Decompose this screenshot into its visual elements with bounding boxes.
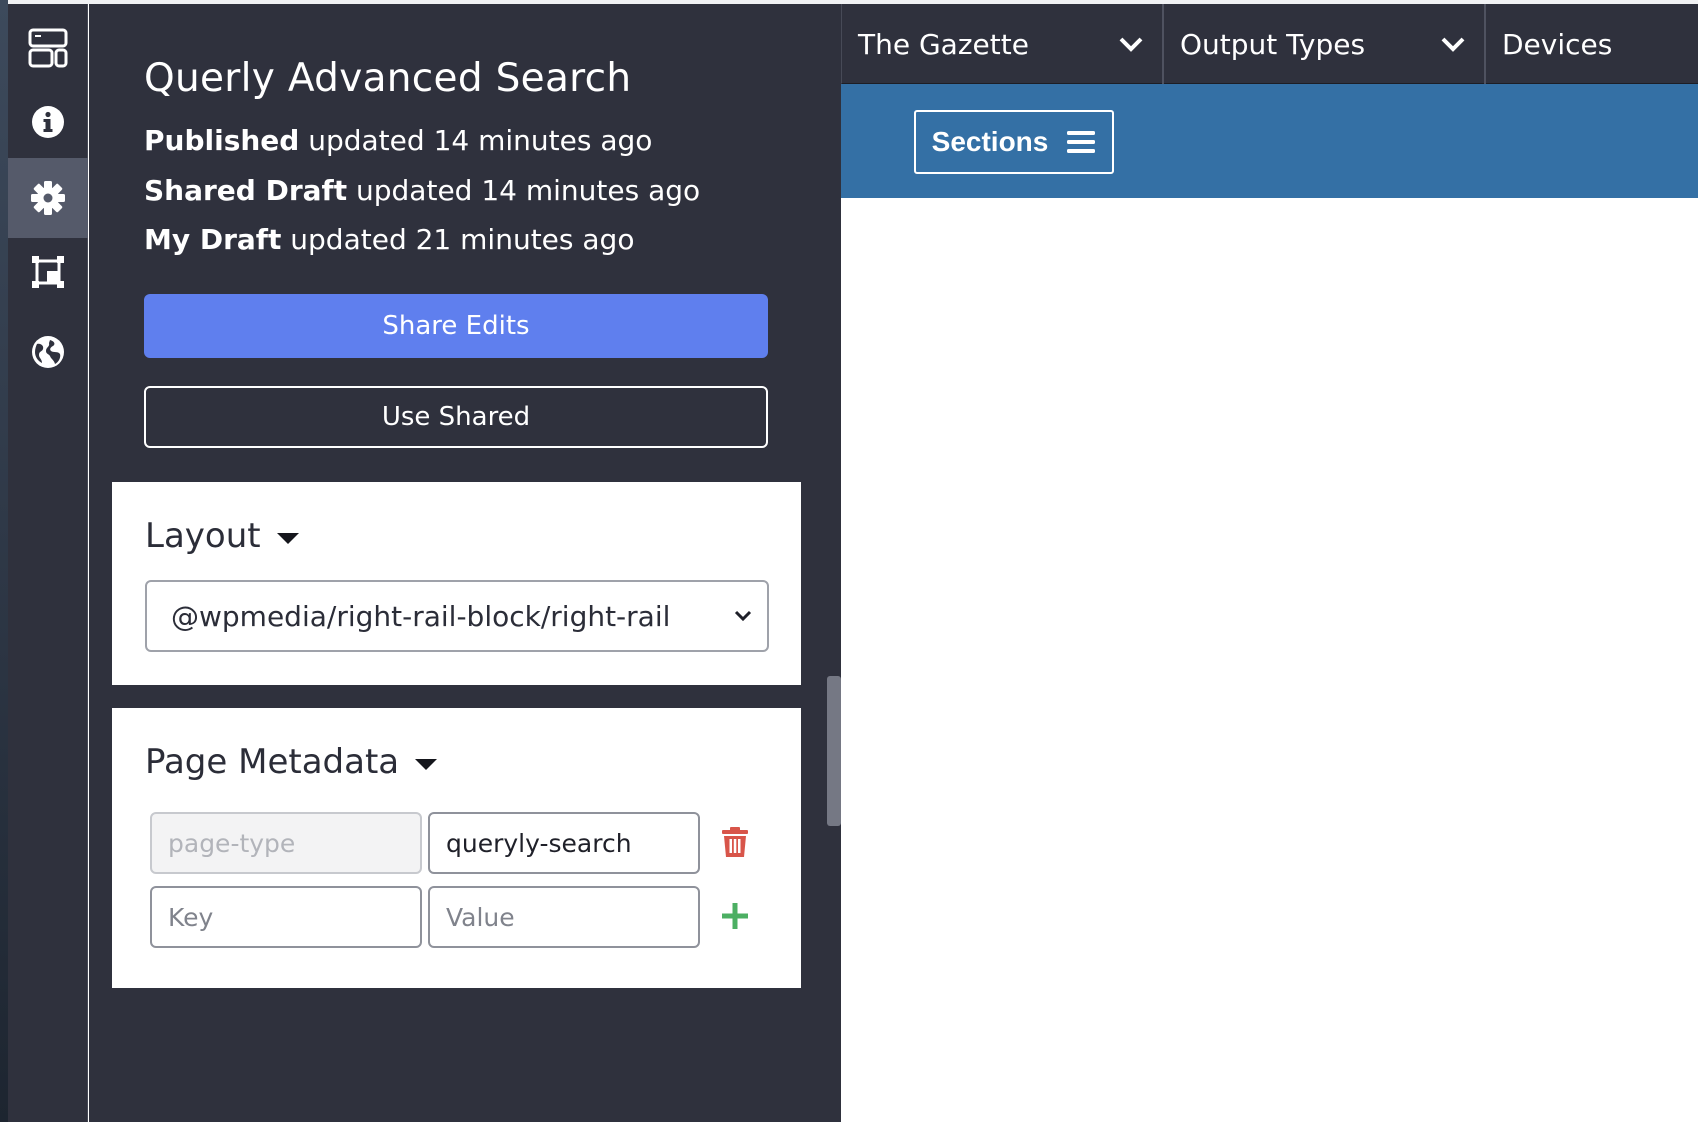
metadata-section-header[interactable]: Page Metadata xyxy=(145,742,438,782)
settings-panel: Querly Advanced Search Published updated… xyxy=(89,4,841,1122)
panel-scrollbar[interactable] xyxy=(827,676,841,826)
status-shared-draft: Shared Draft updated 14 minutes ago xyxy=(144,174,700,207)
status-text: updated 14 minutes ago xyxy=(308,124,653,157)
rail-item-globe[interactable] xyxy=(8,312,88,392)
layout-title: Layout xyxy=(145,516,261,556)
rail-item-settings[interactable] xyxy=(8,158,88,238)
crop-frame-icon xyxy=(32,256,64,288)
rail-item-frame[interactable] xyxy=(8,232,88,312)
layout-select[interactable]: @wpmedia/right-rail-block/right-rail xyxy=(145,580,769,652)
status-label: My Draft xyxy=(144,223,282,256)
trash-icon xyxy=(722,827,748,857)
site-dropdown[interactable]: The Gazette xyxy=(842,4,1164,84)
gear-icon xyxy=(31,181,65,215)
status-text: updated 14 minutes ago xyxy=(356,174,701,207)
layout-section-header[interactable]: Layout xyxy=(145,516,299,556)
output-types-label: Output Types xyxy=(1180,27,1366,61)
preview-canvas xyxy=(841,198,1698,1122)
layout-select-value: @wpmedia/right-rail-block/right-rail xyxy=(171,599,671,633)
globe-icon xyxy=(32,336,64,368)
add-metadata-button[interactable] xyxy=(715,896,755,936)
preview-header-band: Sections xyxy=(841,84,1698,198)
sections-label: Sections xyxy=(931,126,1049,157)
share-edits-button[interactable]: Share Edits xyxy=(144,294,768,358)
page-title: Querly Advanced Search xyxy=(144,56,632,101)
metadata-value-field[interactable] xyxy=(428,812,700,874)
metadata-title: Page Metadata xyxy=(145,742,400,782)
status-label: Shared Draft xyxy=(144,174,348,207)
status-label: Published xyxy=(144,124,300,157)
use-shared-button[interactable]: Use Shared xyxy=(144,386,768,448)
delete-metadata-button[interactable] xyxy=(715,822,755,862)
chevron-down-icon xyxy=(1119,37,1143,52)
sections-menu-button[interactable]: Sections xyxy=(914,110,1114,174)
chevron-down-icon xyxy=(1441,37,1465,52)
status-my-draft: My Draft updated 21 minutes ago xyxy=(144,223,634,256)
caret-down-icon xyxy=(276,532,299,544)
desktop-background-strip xyxy=(0,0,8,1122)
metadata-new-key-input[interactable] xyxy=(150,886,422,948)
devices-label: Devices xyxy=(1502,27,1613,61)
chevron-down-icon xyxy=(734,610,752,622)
devices-dropdown[interactable]: Devices xyxy=(1486,4,1698,84)
info-icon xyxy=(32,106,64,138)
plus-icon xyxy=(722,903,748,929)
caret-down-icon xyxy=(415,758,438,770)
top-toolbar: The Gazette Output Types Devices xyxy=(841,4,1698,84)
rail-item-layout[interactable] xyxy=(8,8,88,88)
output-types-dropdown[interactable]: Output Types xyxy=(1164,4,1486,84)
site-dropdown-label: The Gazette xyxy=(858,27,1029,61)
status-published: Published updated 14 minutes ago xyxy=(144,124,652,157)
icon-rail xyxy=(8,4,88,1122)
hamburger-menu-icon xyxy=(1067,131,1096,153)
rail-item-info[interactable] xyxy=(8,82,88,162)
page-metadata-card: Page Metadata xyxy=(112,708,801,988)
layout-blocks-icon xyxy=(28,28,68,68)
metadata-new-value-input[interactable] xyxy=(428,886,700,948)
layout-card: Layout @wpmedia/right-rail-block/right-r… xyxy=(112,482,801,685)
status-text: updated 21 minutes ago xyxy=(290,223,635,256)
metadata-key-field xyxy=(150,812,422,874)
